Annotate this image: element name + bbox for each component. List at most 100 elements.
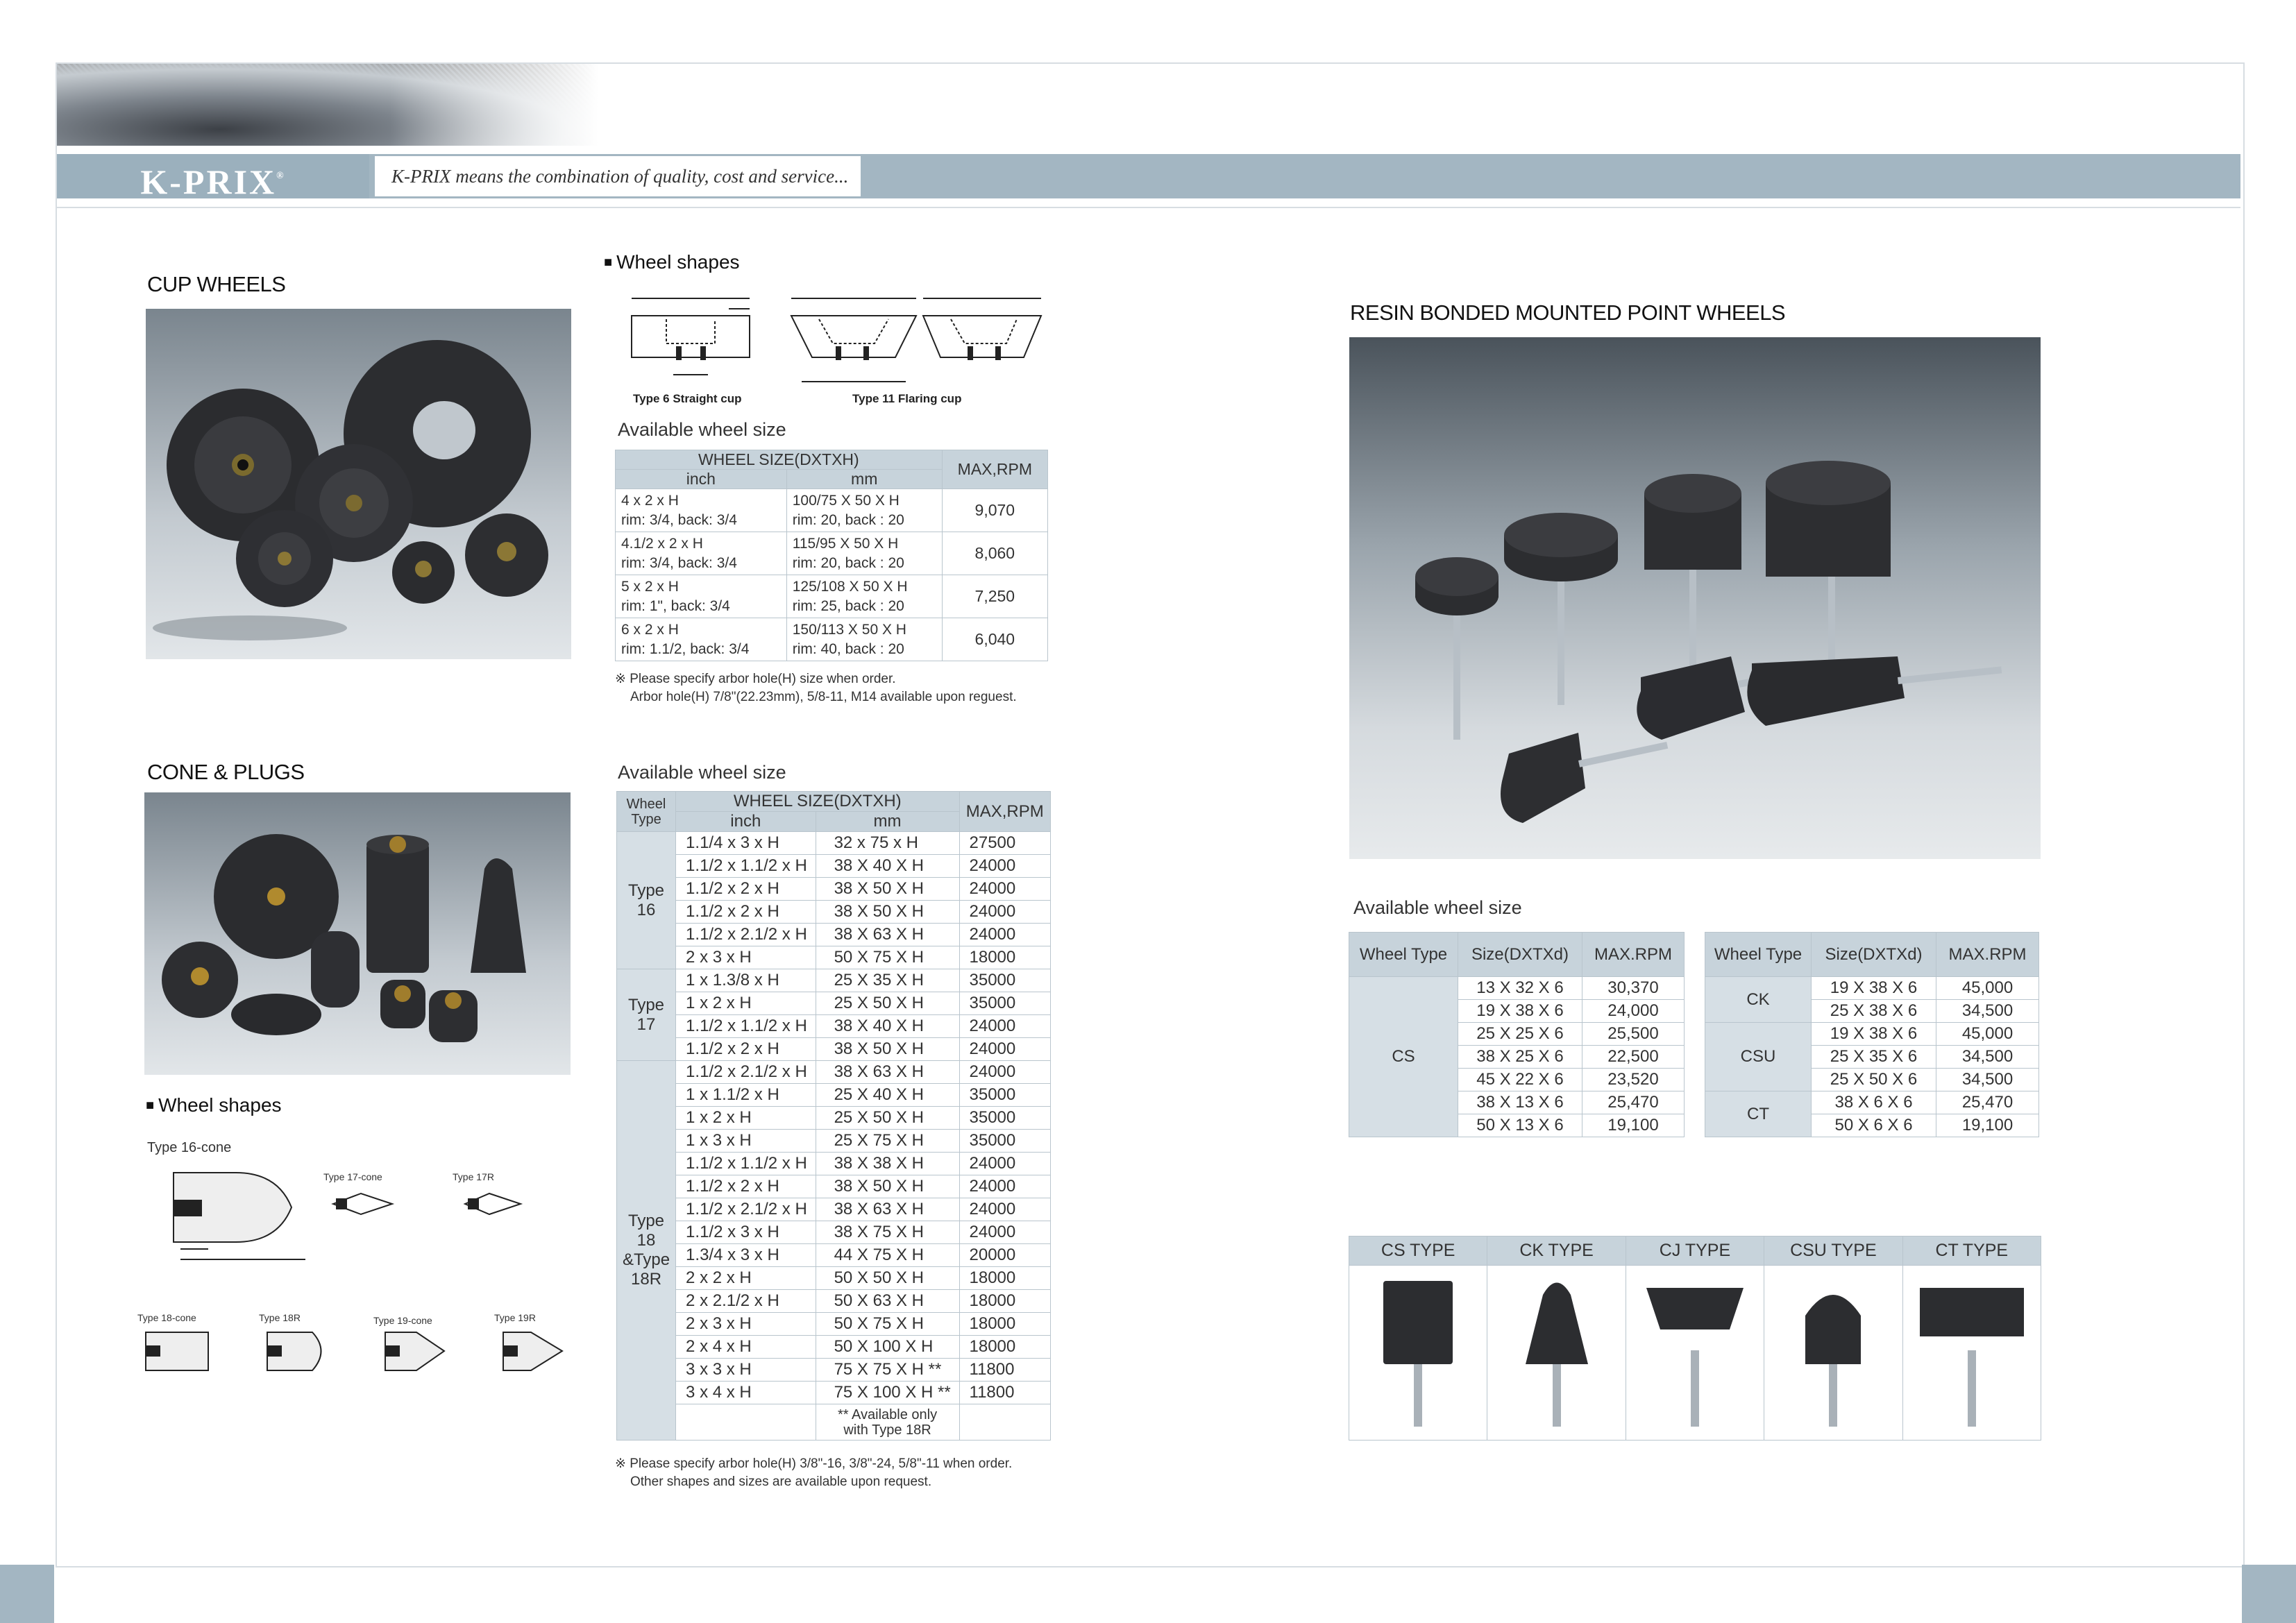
wheel-type-cell: CS: [1349, 976, 1458, 1137]
mm-cell: 50 X 100 X H: [815, 1335, 960, 1359]
table-row: 1 x 3 x H 25 X 75 X H 35000: [617, 1129, 1052, 1153]
wheel-type-cell: CK: [1705, 976, 1812, 1023]
rpm-cell: 34,500: [1936, 999, 2039, 1023]
table-row: 1.1/2 x 2 x H 38 X 50 X H 24000: [617, 1175, 1052, 1198]
rpm-cell: 24,000: [1581, 999, 1685, 1023]
size-cell: 25 X 38 X 6: [1810, 999, 1937, 1023]
col-size: Size(DXTXd): [1810, 932, 1937, 977]
table-row: CT 38 X 6 X 6 25,470: [1705, 1091, 2039, 1137]
inch-cell: 1.1/2 x 2 x H: [675, 1037, 816, 1061]
inch-cell: 2 x 2 x H: [675, 1266, 816, 1290]
rpm-cell: 18000: [959, 946, 1052, 969]
table-row: 1.1/2 x 3 x H 38 X 75 X H 24000: [617, 1221, 1052, 1244]
rpm-cell: 34,500: [1936, 1068, 2039, 1091]
table-row: 4 x 2 x Hrim: 3/4, back: 3/4 100/75 X 50…: [615, 488, 1049, 532]
type-header-2: CJ TYPE: [1625, 1236, 1765, 1266]
mm-cell: 38 X 63 X H: [815, 1060, 960, 1084]
inch-cell: 2 x 4 x H: [675, 1335, 816, 1359]
mm-cell: 25 X 35 X H: [815, 969, 960, 992]
col-inch: inch: [615, 469, 787, 489]
inch-cell: 1 x 2 x H: [675, 1106, 816, 1130]
size-cell: 25 X 25 X 6: [1458, 1022, 1582, 1046]
cone-table-caption: Available wheel size: [618, 762, 786, 783]
type-image-0: [1348, 1265, 1488, 1441]
mounted-types-table: CS TYPE CK TYPE CJ TYPE CSU TYPE CT TYPE: [1348, 1236, 2042, 1441]
rpm-cell: 18000: [959, 1289, 1052, 1313]
inch-cell: 1.1/2 x 2 x H: [675, 877, 816, 901]
rpm-cell: 18000: [959, 1312, 1052, 1336]
type-image-3: [1764, 1265, 1903, 1441]
footnote-cell: ** Available only with Type 18R: [815, 1404, 960, 1441]
table-row: 1.1/2 x 1.1/2 x H 38 X 40 X H 24000: [617, 1014, 1052, 1038]
size-cell: 50 X 6 X 6: [1810, 1114, 1937, 1137]
table-row: 5 x 2 x Hrim: 1", back: 3/4 125/108 X 50…: [615, 575, 1049, 618]
corner-block-left: [0, 1565, 54, 1623]
rpm-cell: 22,500: [1581, 1045, 1685, 1069]
rpm-cell: 24000: [959, 923, 1052, 946]
inch-cell: 1.1/2 x 1.1/2 x H: [675, 854, 816, 878]
mm-cell: 38 X 50 X H: [815, 900, 960, 924]
mm-cell: 38 X 40 X H: [815, 854, 960, 878]
table-row: CK 19 X 38 X 6 45,000: [1705, 976, 2039, 1023]
cup-wheels-photo: [146, 309, 571, 659]
rpm-cell: 24000: [959, 1152, 1052, 1175]
cup-table-caption: Available wheel size: [618, 419, 786, 440]
table-row: 3 x 4 x H 75 X 100 X H ** 11800: [617, 1381, 1052, 1404]
inch-cell: 1 x 1.3/8 x H: [675, 969, 816, 992]
cup-note: ※ Please specify arbor hole(H) size when…: [615, 672, 1017, 704]
size-cell: 38 X 25 X 6: [1458, 1045, 1582, 1069]
col-group-header: WHEEL SIZE(DXTXH): [675, 791, 960, 812]
table-row: CS 13 X 32 X 6 30,370: [1349, 976, 1685, 1137]
inch-cell: 3 x 3 x H: [675, 1358, 816, 1382]
col-inch: inch: [675, 811, 816, 832]
mm-cell: 38 X 40 X H: [815, 1014, 960, 1038]
col-wheel-type: Wheel Type: [616, 791, 677, 832]
rpm-cell: 20000: [959, 1243, 1052, 1267]
cup-wheel-shape-diagrams: [631, 298, 1043, 382]
table-row: 3 x 3 x H 75 X 75 X H ** 11800: [617, 1358, 1052, 1382]
header-divider: [57, 207, 2240, 208]
table-row: Type 18 &Type 18R 1.1/2 x 2.1/2 x H 38 X 6…: [616, 1060, 1052, 1441]
mounted-title: RESIN BONDED MOUNTED POINT WHEELS: [1350, 300, 1786, 325]
inch-cell: 1.1/2 x 2.1/2 x H: [675, 923, 816, 946]
rpm-cell: 25,470: [1581, 1091, 1685, 1114]
rpm-cell: 18000: [959, 1266, 1052, 1290]
rpm-cell: 30,370: [1581, 976, 1685, 1000]
mm-cell: 25 X 75 X H: [815, 1129, 960, 1153]
mm-cell: 50 X 75 X H: [815, 1312, 960, 1336]
inch-cell: 1.1/4 x 3 x H: [675, 831, 816, 855]
table-row: 1.1/2 x 2 x H 38 X 50 X H 24000: [617, 877, 1052, 901]
col-wheel-type: Wheel Type: [1349, 932, 1458, 977]
inch-cell: 1.1/2 x 2.1/2 x H: [675, 1060, 816, 1084]
type-image-4: [1902, 1265, 2042, 1441]
table-row: 1.1/2 x 1.1/2 x H 38 X 40 X H 24000: [617, 854, 1052, 878]
mm-cell: 25 X 40 X H: [815, 1083, 960, 1107]
header-photo: [57, 64, 598, 146]
size-cell: 38 X 13 X 6: [1458, 1091, 1582, 1114]
wheel-icon: [1805, 1295, 1862, 1427]
size-cell: 19 X 38 X 6: [1810, 976, 1937, 1000]
inch-cell: 2 x 3 x H: [675, 946, 816, 969]
wheel-type-cell: Type 16: [616, 831, 677, 969]
mm-cell: 38 X 50 X H: [815, 1037, 960, 1061]
rpm-cell: 24000: [959, 1014, 1052, 1038]
wheel-type-cell: Type 18 &Type 18R: [616, 1060, 677, 1441]
rpm-cell: 45,000: [1936, 976, 2039, 1000]
type-header-3: CSU TYPE: [1764, 1236, 1903, 1266]
rpm-cell: 34,500: [1936, 1045, 2039, 1069]
tagline: K-PRIX means the combination of quality,…: [375, 156, 861, 196]
cone-note: ※ Please specify arbor hole(H) 3/8"-16, …: [615, 1456, 1013, 1489]
inch-cell: 1.1/2 x 3 x H: [675, 1221, 816, 1244]
rpm-cell: 45,000: [1936, 1022, 2039, 1046]
table-row: 2 x 2 x H 50 X 50 X H 18000: [617, 1266, 1052, 1290]
cone-plugs-title: CONE & PLUGS: [147, 760, 305, 784]
rpm-cell: 24000: [959, 1037, 1052, 1061]
table-row: Type 17 1 x 1.3/8 x H 25 X 35 X H 35000: [616, 969, 1052, 1061]
table-row: 6 x 2 x Hrim: 1.1/2, back: 3/4 150/113 X…: [615, 618, 1049, 661]
table-row: 2 x 3 x H 50 X 75 X H 18000: [617, 946, 1052, 969]
cone-wheel-size-table: Wheel Type WHEEL SIZE(DXTXH) MAX,RPM inc…: [616, 791, 1052, 1441]
size-cell: 25 X 50 X 6: [1810, 1068, 1937, 1091]
cone-shape-diagrams: [145, 1172, 564, 1371]
table-row: 2 x 2.1/2 x H 50 X 63 X H 18000: [617, 1289, 1052, 1313]
mm-cell: 25 X 50 X H: [815, 1106, 960, 1130]
